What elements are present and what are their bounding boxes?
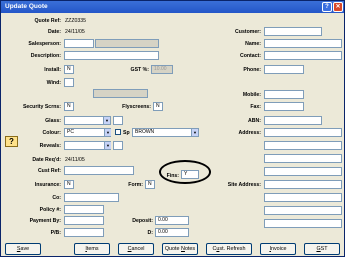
insurance-field[interactable]: N	[64, 180, 74, 189]
colour-label: Colour:	[42, 130, 61, 136]
description-field[interactable]	[64, 51, 159, 60]
security-scrns-field[interactable]: N	[64, 102, 74, 111]
quote-ref-label: Quote Ref:	[34, 18, 61, 24]
site-address-line-1[interactable]	[264, 180, 342, 189]
glass-select[interactable]: ▼	[64, 116, 111, 125]
wind-detail-field	[93, 89, 148, 98]
quote-notes-label-a: Quote	[164, 246, 182, 252]
fax-field[interactable]	[264, 102, 304, 111]
mobile-field[interactable]	[264, 90, 304, 99]
d-label: D:	[147, 230, 153, 236]
invoice-button-label: nvoice	[270, 246, 287, 252]
date-reqd-value: 24/11/05	[65, 157, 85, 163]
reveals-code-field[interactable]	[113, 141, 123, 150]
flyscreens-label: Flyscreens:	[122, 104, 151, 110]
address-line-2[interactable]	[264, 141, 342, 150]
cust-refresh-button[interactable]: Cust. Refresh	[206, 243, 252, 255]
payment-by-field[interactable]	[64, 216, 104, 225]
security-scrns-label: Security Scrns:	[22, 104, 61, 110]
special-label: Sp	[123, 130, 130, 136]
form-field[interactable]: N	[145, 180, 155, 189]
salesperson-name-field	[95, 39, 159, 48]
annotation-circle	[159, 160, 211, 184]
fax-label: Fax:	[250, 104, 261, 110]
cust-ref-field[interactable]	[64, 166, 134, 175]
form-label: Form:	[128, 182, 143, 188]
address-line-1[interactable]	[264, 128, 342, 137]
install-field[interactable]: N	[64, 65, 74, 74]
glass-label: Glass:	[45, 118, 61, 124]
chevron-down-icon[interactable]: ▼	[191, 129, 198, 136]
customer-field[interactable]	[264, 27, 322, 36]
install-label: Install:	[44, 67, 61, 73]
phone-label: Phone:	[243, 67, 261, 73]
policy-label: Policy #:	[39, 207, 61, 213]
address-line-3[interactable]	[264, 154, 342, 163]
title-bar: Update Quote ? ✕	[1, 1, 344, 13]
contact-label: Contact:	[239, 53, 261, 59]
reveals-label: Reveals:	[39, 143, 61, 149]
payment-by-label: Payment By:	[29, 218, 61, 224]
abn-field[interactable]	[264, 116, 322, 125]
chevron-down-icon[interactable]: ▼	[104, 129, 111, 136]
d-field[interactable]: 0.00	[155, 228, 189, 237]
save-button-label: ave	[20, 246, 30, 252]
address-label: Address:	[238, 130, 262, 136]
invoice-button[interactable]: Invoice	[260, 243, 296, 255]
wind-field[interactable]	[64, 78, 74, 87]
abn-label: ABN:	[248, 118, 261, 124]
co-field[interactable]	[64, 193, 119, 202]
salesperson-code-field[interactable]	[64, 39, 94, 48]
quote-notes-button[interactable]: Quote Notes	[162, 243, 198, 255]
pb-field[interactable]	[64, 228, 104, 237]
cancel-button-label: ancel	[131, 246, 145, 252]
special-colour-checkbox[interactable]	[115, 129, 121, 135]
cancel-button[interactable]: Cancel	[118, 243, 154, 255]
chevron-down-icon[interactable]: ▼	[103, 117, 110, 124]
help-icon[interactable]: ?	[322, 2, 332, 12]
date-value: 24/11/05	[65, 29, 85, 35]
update-quote-window: Update Quote ? ✕ Quote Ref: ZZZ0335 Date…	[0, 0, 345, 257]
name-label: Name:	[245, 41, 261, 47]
contact-field[interactable]	[264, 51, 342, 60]
mobile-label: Mobile:	[242, 92, 261, 98]
address-line-4[interactable]	[264, 167, 342, 176]
customer-label: Customer:	[235, 29, 261, 35]
quote-ref-value: ZZZ0335	[65, 18, 87, 24]
co-label: Co:	[52, 195, 61, 201]
salesperson-label: Salesperson:	[28, 41, 61, 47]
site-address-line-4[interactable]	[264, 219, 342, 228]
wind-label: Wind:	[46, 80, 61, 86]
date-label: Date:	[48, 29, 61, 35]
cust-refresh-label-b: st. Refresh	[219, 246, 246, 252]
window-title: Update Quote	[5, 3, 48, 10]
insurance-label: Insurance:	[34, 182, 61, 188]
close-icon[interactable]: ✕	[333, 2, 343, 12]
gst-button[interactable]: GST	[304, 243, 340, 255]
description-label: Description:	[30, 53, 61, 59]
site-address-line-2[interactable]	[264, 193, 342, 202]
gst-label: GST %:	[130, 67, 149, 73]
name-field[interactable]	[264, 39, 342, 48]
deposit-field[interactable]: 0.00	[155, 216, 189, 225]
items-button-label: tems	[86, 246, 99, 252]
cust-ref-label: Cust Ref:	[37, 168, 61, 174]
items-button[interactable]: Items	[74, 243, 110, 255]
chevron-down-icon[interactable]: ▼	[104, 142, 111, 149]
phone-field[interactable]	[264, 65, 304, 74]
deposit-label: Deposit:	[132, 218, 153, 224]
site-address-label: Site Address:	[227, 182, 261, 188]
colour-special-select[interactable]: BROWN	[132, 128, 199, 137]
flyscreens-field[interactable]: N	[153, 102, 163, 111]
policy-field[interactable]	[64, 205, 104, 214]
save-button[interactable]: Save	[5, 243, 41, 255]
gst-button-label: ST	[320, 246, 328, 252]
gst-field: 10.00	[151, 65, 173, 74]
site-address-line-3[interactable]	[264, 206, 342, 215]
quote-notes-label-b: otes	[184, 246, 196, 252]
date-reqd-label: Date Req'd:	[32, 157, 61, 163]
glass-code-field[interactable]	[113, 116, 123, 125]
pb-label: P/B:	[50, 230, 61, 236]
